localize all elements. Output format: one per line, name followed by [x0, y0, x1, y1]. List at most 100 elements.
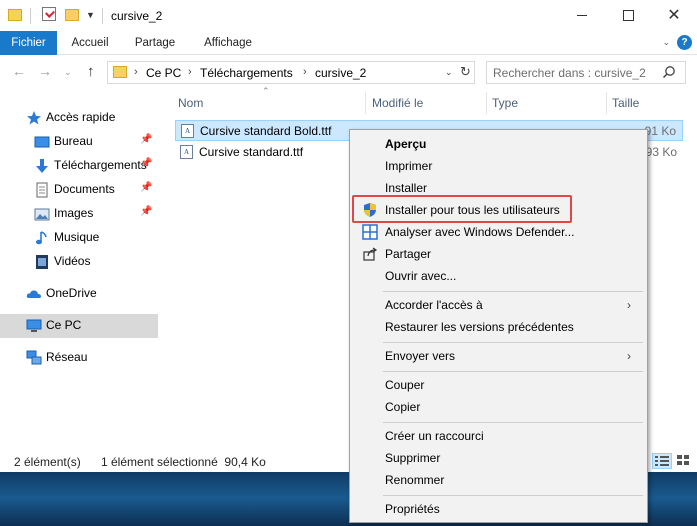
- navigation-bar: ← → ⌄ ↑ › Ce PC › Téléchargements › curs…: [0, 55, 697, 89]
- column-header-nom[interactable]: Nom: [178, 92, 203, 114]
- menu-item-label: Envoyer vers: [385, 349, 456, 363]
- search-input[interactable]: [493, 65, 658, 81]
- back-arrow-icon[interactable]: ←: [12, 63, 26, 79]
- address-dropdown-chevron-icon[interactable]: ⌄: [445, 67, 453, 78]
- menu-item-label: Créer un raccourci: [385, 429, 484, 443]
- cloud-icon: [26, 290, 41, 298]
- images-icon: [34, 208, 50, 221]
- forward-arrow-icon[interactable]: →: [38, 63, 52, 79]
- menu-item-apercu[interactable]: Aperçu: [352, 133, 645, 155]
- menu-item-imprimer[interactable]: Imprimer: [352, 155, 645, 177]
- sidebar-item-acces-rapide[interactable]: Accès rapide: [0, 106, 158, 130]
- sidebar-item-videos[interactable]: Vidéos: [0, 250, 158, 274]
- menu-item-copier[interactable]: Copier: [352, 396, 645, 418]
- sidebar-item-reseau[interactable]: Réseau: [0, 346, 158, 370]
- column-header-type[interactable]: Type: [492, 92, 518, 114]
- menu-item-partager[interactable]: Partager: [352, 243, 645, 265]
- column-divider[interactable]: [365, 92, 366, 114]
- menu-separator: [383, 371, 643, 372]
- sidebar-item-documents[interactable]: Documents 📌: [0, 178, 158, 202]
- customize-toolbar-chevron-icon[interactable]: ▼: [86, 10, 95, 20]
- computer-icon: [26, 319, 42, 332]
- menu-item-analyser-windows-defender[interactable]: Analyser avec Windows Defender...: [352, 221, 645, 243]
- column-divider[interactable]: [486, 92, 487, 114]
- context-menu: Aperçu Imprimer Installer Installer pour…: [349, 129, 648, 523]
- column-header-modifie-le[interactable]: Modifié le: [372, 92, 423, 114]
- menu-item-proprietes[interactable]: Propriétés: [352, 498, 645, 520]
- close-button[interactable]: ✕: [651, 0, 697, 31]
- menu-item-ouvrir-avec[interactable]: Ouvrir avec...: [352, 265, 645, 287]
- search-box[interactable]: [486, 61, 686, 84]
- sidebar-item-bureau[interactable]: Bureau 📌: [0, 130, 158, 154]
- recent-locations-chevron-icon[interactable]: ⌄: [64, 67, 72, 78]
- menu-item-couper[interactable]: Couper: [352, 374, 645, 396]
- sidebar-item-label: OneDrive: [46, 286, 97, 300]
- menu-item-renommer[interactable]: Renommer: [352, 469, 645, 491]
- sidebar-item-label: Musique: [54, 230, 100, 244]
- menu-item-label: Imprimer: [385, 159, 433, 173]
- pin-icon[interactable]: 📌: [140, 158, 152, 169]
- tab-fichier[interactable]: Fichier: [0, 31, 57, 55]
- pin-icon[interactable]: 📌: [140, 206, 152, 217]
- font-file-icon: A: [181, 124, 194, 138]
- sidebar-item-label: Documents: [54, 182, 115, 196]
- sidebar-item-ce-pc[interactable]: Ce PC: [0, 314, 158, 338]
- menu-item-supprimer[interactable]: Supprimer: [352, 447, 645, 469]
- expand-ribbon-chevron-icon[interactable]: ⌄: [662, 37, 670, 48]
- minimize-button[interactable]: [559, 0, 605, 31]
- title-bar: ▼ cursive_2 ✕: [0, 0, 697, 31]
- menu-item-label: Copier: [385, 400, 421, 414]
- menu-item-label: Accorder l'accès à: [385, 298, 483, 312]
- pin-icon[interactable]: 📌: [140, 182, 152, 193]
- maximize-button[interactable]: [605, 0, 651, 31]
- desktop-icon: [34, 136, 50, 148]
- refresh-icon[interactable]: ↻: [460, 64, 471, 80]
- breadcrumb-telechargements[interactable]: Téléchargements: [200, 66, 293, 80]
- menu-item-label: Propriétés: [385, 502, 440, 516]
- sidebar-item-onedrive[interactable]: OneDrive: [0, 282, 158, 306]
- menu-item-label: Analyser avec Windows Defender...: [385, 225, 575, 239]
- toolbar-divider: [30, 8, 31, 24]
- breadcrumb-chevron-icon[interactable]: ›: [188, 66, 192, 78]
- menu-item-label: Partager: [385, 247, 432, 261]
- sidebar-item-label: Bureau: [54, 134, 93, 148]
- submenu-chevron-right-icon: ›: [627, 298, 631, 312]
- column-divider[interactable]: [606, 92, 607, 114]
- help-icon[interactable]: ?: [677, 35, 692, 50]
- tab-partage[interactable]: Partage: [127, 31, 183, 55]
- share-icon: [363, 247, 378, 261]
- properties-icon[interactable]: [42, 7, 56, 21]
- breadcrumb-chevron-icon[interactable]: ›: [134, 66, 138, 78]
- menu-item-label: Renommer: [385, 473, 445, 487]
- highlight-annotation: [352, 195, 572, 223]
- tab-affichage[interactable]: Affichage: [193, 31, 263, 55]
- font-file-icon: A: [180, 145, 193, 159]
- large-icons-view-button[interactable]: [674, 453, 694, 469]
- network-icon: [26, 350, 42, 365]
- search-icon[interactable]: [662, 65, 676, 79]
- menu-item-accorder-acces[interactable]: Accorder l'accès à ›: [352, 294, 645, 316]
- breadcrumb-ce-pc[interactable]: Ce PC: [146, 66, 181, 80]
- column-header-taille[interactable]: Taille: [612, 92, 639, 114]
- folder-icon: [8, 9, 22, 21]
- sidebar-item-label: Ce PC: [46, 318, 82, 332]
- toolbar-divider: [102, 8, 103, 24]
- breadcrumb-cursive-2[interactable]: cursive_2: [315, 66, 366, 80]
- tab-accueil[interactable]: Accueil: [62, 31, 118, 55]
- sidebar-item-images[interactable]: Images 📌: [0, 202, 158, 226]
- sidebar-item-telechargements[interactable]: Téléchargements 📌: [0, 154, 158, 178]
- sidebar-item-label: Téléchargements: [54, 158, 147, 172]
- pin-icon[interactable]: 📌: [140, 134, 152, 145]
- new-folder-icon[interactable]: [65, 9, 79, 21]
- menu-item-restaurer-versions[interactable]: Restaurer les versions précédentes: [352, 316, 645, 338]
- documents-icon: [36, 182, 48, 198]
- details-view-button[interactable]: [652, 453, 672, 469]
- menu-item-label: Ouvrir avec...: [385, 269, 457, 283]
- address-bar[interactable]: › Ce PC › Téléchargements › cursive_2 ⌄ …: [107, 61, 475, 84]
- menu-item-creer-raccourci[interactable]: Créer un raccourci: [352, 425, 645, 447]
- breadcrumb-chevron-icon[interactable]: ›: [303, 66, 307, 78]
- menu-item-envoyer-vers[interactable]: Envoyer vers ›: [352, 345, 645, 367]
- up-arrow-icon[interactable]: ↑: [87, 63, 95, 80]
- item-count: 2 élément(s): [14, 455, 81, 469]
- sidebar-item-musique[interactable]: Musique: [0, 226, 158, 250]
